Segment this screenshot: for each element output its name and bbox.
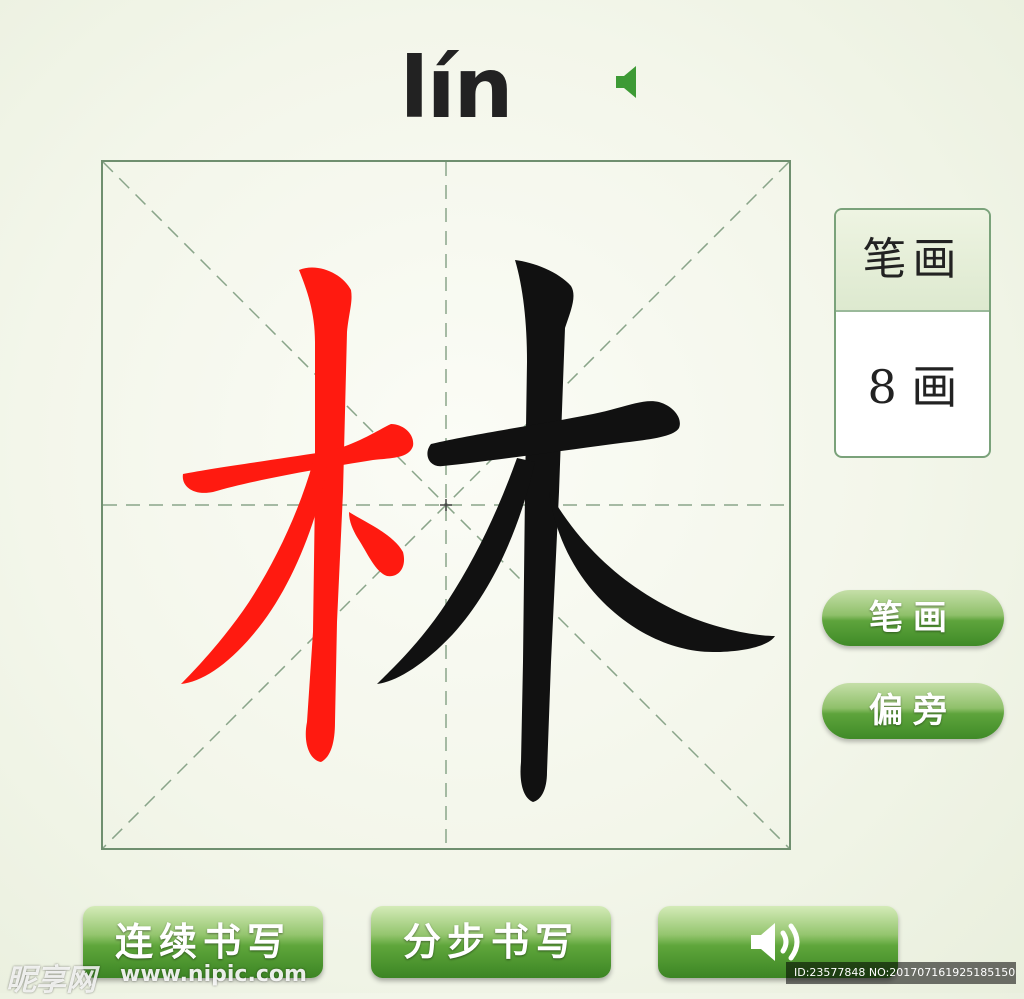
character-glyph — [181, 260, 775, 802]
stroke-count-panel: 笔画 8 画 — [834, 208, 991, 458]
left-component-strokes — [181, 267, 414, 762]
right-component-strokes — [377, 260, 775, 802]
step-writing-button[interactable]: 分步书写 — [371, 906, 611, 978]
stroke-left-pie — [181, 462, 327, 684]
stroke-left-horizontal — [182, 424, 414, 493]
stroke-panel-header: 笔画 — [836, 210, 989, 312]
pinyin-label: lín — [400, 39, 513, 137]
speaker-icon[interactable] — [612, 62, 642, 102]
stroke-right-na — [549, 492, 775, 652]
watermark-url: www.nipic.com — [120, 962, 307, 987]
radical-button[interactable]: 偏旁 — [822, 683, 1004, 739]
stroke-count-value: 8 画 — [867, 360, 958, 414]
character-grid — [101, 160, 791, 850]
stroke-left-dot — [349, 512, 405, 577]
speaker-volume-icon — [751, 923, 800, 961]
watermark-id: ID:23577848 NO:20170716192518515000 — [786, 962, 1016, 984]
watermark-logo: 昵享网 — [6, 963, 96, 998]
strokes-button[interactable]: 笔画 — [822, 590, 1004, 646]
stroke-right-pie — [377, 458, 535, 684]
